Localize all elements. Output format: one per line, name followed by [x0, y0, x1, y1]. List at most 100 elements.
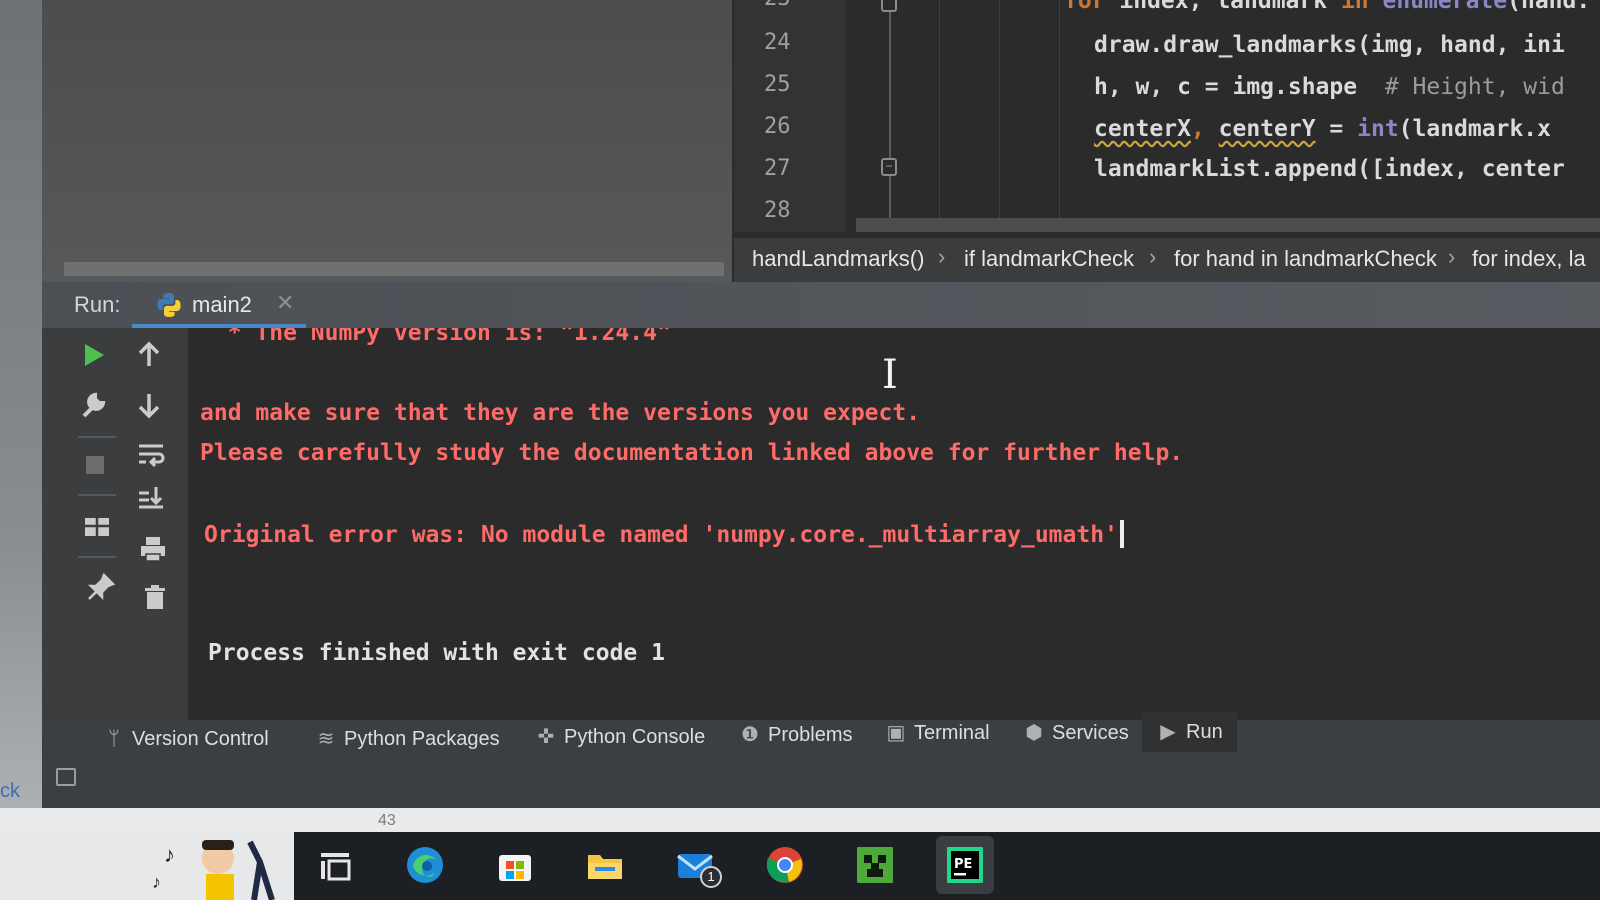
services-icon: ⬢ — [1025, 722, 1043, 744]
tab-python-packages[interactable]: ≋ Python Packages — [314, 726, 500, 766]
chrome-icon — [766, 847, 803, 883]
python-icon — [157, 293, 181, 317]
stop-icon[interactable] — [80, 450, 110, 480]
keyword-for: for — [1064, 0, 1106, 14]
tab-version-control[interactable]: ᛘ Version Control — [102, 728, 269, 768]
layout-icon[interactable] — [82, 512, 112, 542]
fold-guide — [889, 0, 891, 232]
editor-horizontal-scrollbar[interactable] — [856, 218, 1600, 232]
tab-label: Version Control — [132, 728, 269, 750]
code-line-26: centerX, centerY = int(landmark.x — [1094, 116, 1565, 142]
problems-icon: ❶ — [741, 724, 759, 746]
console-output[interactable]: * The NumPy version is: "1.24.4" and mak… — [188, 328, 1600, 720]
tab-terminal[interactable]: ▣ Terminal — [884, 720, 990, 760]
task-view-button[interactable] — [306, 836, 364, 894]
code-line-27: landmarkList.append([index, center — [1094, 156, 1565, 182]
chevron-right-icon: › — [1448, 244, 1456, 269]
print-icon[interactable] — [138, 534, 168, 564]
terminal-icon: ▣ — [886, 722, 906, 744]
arrow-down-icon[interactable] — [134, 390, 164, 420]
indent-guide — [1059, 0, 1060, 232]
i-beam-cursor-icon: I — [882, 352, 898, 398]
console-error-line: Original error was: No module named 'num… — [204, 520, 1124, 548]
rerun-icon[interactable] — [78, 340, 108, 370]
screen: 23 24 25 26 27 28 − for index, landmark … — [0, 0, 1600, 900]
svg-text:♪: ♪ — [164, 842, 175, 867]
tab-problems[interactable]: ❶ Problems — [738, 722, 852, 762]
run-tab-main2[interactable]: main2 ✕ — [132, 282, 306, 328]
console-error-line: * The NumPy version is: "1.24.4" — [200, 328, 671, 346]
pycharm-button[interactable]: PE — [936, 836, 994, 894]
run-label: Run: — [74, 292, 121, 317]
breadcrumb-item[interactable]: for index, la — [1472, 246, 1586, 272]
tab-python-console[interactable]: ✜ Python Console — [534, 724, 706, 764]
file-explorer-button[interactable] — [576, 836, 634, 894]
tool-window-bar: ᛘ Version Control ≋ Python Packages ✜ Pytho… — [42, 712, 1600, 808]
store-icon — [499, 855, 531, 881]
line-number: 24 — [764, 30, 791, 55]
mail-button[interactable]: 1 — [666, 836, 724, 894]
left-editor-pane — [42, 0, 732, 282]
error-message: Original error was: No module named 'num… — [204, 522, 1118, 548]
chevron-right-icon: › — [1149, 244, 1157, 269]
tab-label: Python Packages — [344, 728, 500, 750]
indent-guide — [939, 0, 940, 232]
tab-label: Services — [1052, 722, 1129, 744]
breadcrumb-item[interactable]: for hand in landmarkCheck — [1174, 246, 1437, 272]
code-editor[interactable]: 23 24 25 26 27 28 − for index, landmark … — [734, 0, 1600, 282]
console-error-line: Please carefully study the documentation… — [200, 440, 1184, 466]
chrome-button[interactable] — [756, 836, 814, 894]
minecraft-icon — [857, 847, 893, 883]
line-number: 28 — [764, 198, 791, 223]
arrow-up-icon[interactable] — [134, 340, 164, 370]
process-exit-line: Process finished with exit code 1 — [208, 640, 665, 666]
run-icon: ▶ — [1160, 721, 1176, 743]
code-text: (landmark.x — [1398, 116, 1565, 142]
minecraft-button[interactable] — [846, 836, 904, 894]
tool-windows-toggle-icon[interactable] — [56, 768, 76, 786]
line-number: 27 — [764, 156, 791, 181]
trash-icon[interactable] — [140, 582, 170, 612]
builtin-int: int — [1357, 116, 1399, 142]
taskbar-search-area[interactable]: ♪ ♪ — [0, 832, 294, 900]
task-view-icon — [321, 853, 351, 881]
code-text: , — [1190, 116, 1219, 142]
code-line-25: h, w, c = img.shape # Height, wid — [1094, 74, 1565, 100]
console-error-line: and make sure that they are the versions… — [200, 400, 921, 426]
line-number: 23 — [764, 0, 804, 11]
folder-icon — [588, 855, 622, 879]
soft-wrap-icon[interactable] — [136, 440, 166, 470]
breadcrumb-item[interactable]: handLandmarks() — [752, 246, 924, 272]
line-number: 26 — [764, 114, 791, 139]
builtin-enumerate: enumerate — [1368, 0, 1508, 14]
chevron-right-icon: › — [938, 244, 946, 269]
code-comment: # Height, wid — [1384, 74, 1565, 100]
mail-badge: 1 — [700, 866, 722, 888]
close-icon[interactable]: ✕ — [276, 290, 294, 316]
fold-open-icon[interactable] — [881, 0, 897, 12]
wrench-icon[interactable] — [78, 390, 108, 420]
breadcrumb-item[interactable]: if landmarkCheck — [964, 246, 1134, 272]
keyword-in: in — [1340, 0, 1369, 14]
tab-label: Python Console — [564, 726, 706, 748]
code-text: h, w, c = img.shape — [1094, 74, 1358, 100]
toolbar-separator — [78, 436, 116, 438]
pin-icon[interactable] — [86, 572, 116, 602]
code-line-24: draw.draw_landmarks(img, hand, ini — [1094, 32, 1565, 58]
pycharm-icon: PE — [947, 847, 983, 883]
code-line-23: for index, landmark in enumerate(hand. — [1064, 0, 1590, 14]
variable-centerX: centerX — [1094, 116, 1191, 142]
breadcrumb: handLandmarks() › if landmarkCheck › for… — [734, 238, 1600, 282]
store-button[interactable] — [486, 836, 544, 894]
tab-run[interactable]: ▶ Run — [1142, 712, 1237, 752]
left-horizontal-scrollbar[interactable] — [64, 262, 724, 276]
taskbar-number: 43 — [378, 812, 396, 829]
fold-close-icon[interactable]: − — [881, 158, 897, 176]
tab-services[interactable]: ⬢ Services — [1022, 720, 1129, 760]
indent-guide — [999, 0, 1000, 232]
python-packages-icon: ≋ — [317, 728, 335, 750]
scroll-to-end-icon[interactable] — [136, 484, 166, 514]
code-text: = — [1315, 116, 1358, 142]
tab-label: Run — [1186, 721, 1223, 743]
edge-button[interactable] — [396, 836, 454, 894]
